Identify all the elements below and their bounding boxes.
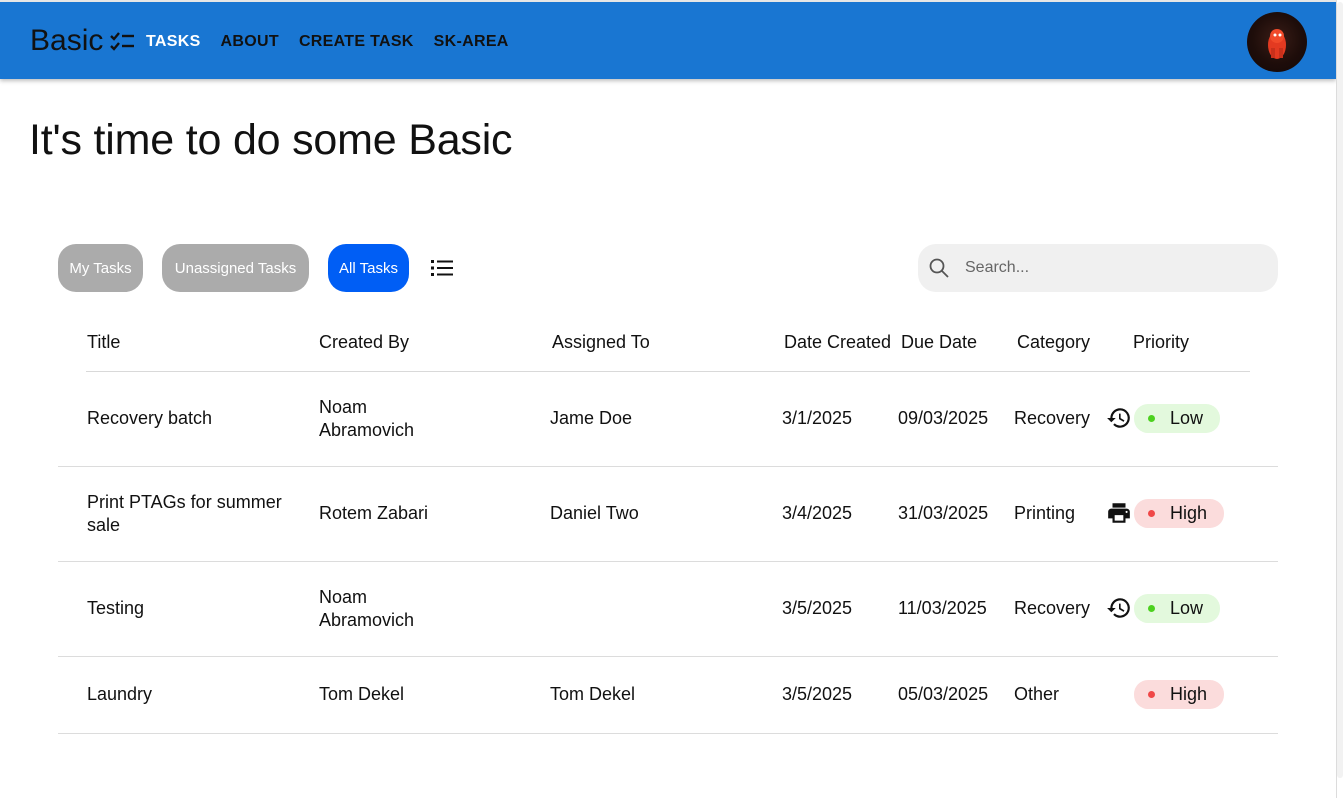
checklist-icon [110, 32, 135, 51]
user-avatar[interactable] [1247, 12, 1307, 72]
task-due-date: 11/03/2025 [898, 598, 987, 618]
search-icon [929, 258, 949, 278]
task-title: Print PTAGs for summer sale [87, 492, 282, 535]
row-divider [58, 561, 1278, 562]
column-header-created-by[interactable]: Created By [319, 331, 409, 353]
priority-dot [1148, 415, 1155, 422]
nav-sk-area[interactable]: SK-AREA [434, 32, 509, 52]
page-title: It's time to do some Basic [29, 116, 513, 164]
priority-label: Low [1170, 598, 1204, 618]
column-header-assigned-to[interactable]: Assigned To [552, 331, 650, 353]
priority-label: Low [1170, 408, 1204, 428]
task-category: Other [1014, 684, 1060, 704]
header-divider [86, 371, 1250, 372]
brand-logo[interactable]: Basic [30, 22, 135, 60]
search-input[interactable] [965, 254, 1265, 282]
task-title: Recovery batch [87, 408, 213, 428]
nav-tasks[interactable]: TASKS [146, 32, 201, 52]
task-due-date: 31/03/2025 [898, 503, 989, 523]
task-assigned-to: Tom Dekel [550, 684, 636, 704]
task-title: Testing [87, 598, 145, 618]
task-date-created: 3/4/2025 [782, 503, 853, 523]
task-date-created: 3/1/2025 [782, 408, 853, 428]
task-assigned-to: Jame Doe [550, 408, 633, 428]
column-header-priority[interactable]: Priority [1133, 331, 1189, 353]
printer-icon [1108, 503, 1130, 523]
row-divider [58, 656, 1278, 657]
priority-dot [1148, 605, 1155, 612]
task-created-by: Noam Abramovich [319, 397, 415, 440]
priority-badge: High [1134, 499, 1224, 528]
my-tasks-button[interactable]: My Tasks [58, 244, 143, 292]
task-created-by: Tom Dekel [319, 684, 405, 704]
task-date-created: 3/5/2025 [782, 598, 853, 618]
main-nav: TASKS ABOUT CREATE TASK SK-AREA [146, 32, 529, 52]
task-category: Recovery [1014, 408, 1091, 428]
history-icon [1107, 598, 1130, 618]
column-header-title[interactable]: Title [87, 331, 120, 353]
unassigned-tasks-button[interactable]: Unassigned Tasks [162, 244, 309, 292]
priority-dot [1148, 691, 1155, 698]
all-tasks-button[interactable]: All Tasks [328, 244, 409, 292]
task-created-by: Rotem Zabari [319, 503, 429, 523]
avatar-image [1268, 29, 1286, 59]
task-category: Printing [1014, 503, 1076, 523]
nav-about[interactable]: ABOUT [221, 32, 279, 52]
priority-badge: High [1134, 680, 1224, 709]
row-divider [58, 466, 1278, 467]
nav-create-task[interactable]: CREATE TASK [299, 32, 414, 52]
top-app-bar: Basic TASKS ABOUT CREATE TASK SK-AREA [0, 0, 1336, 79]
priority-badge: Low [1134, 594, 1220, 623]
task-title: Laundry [87, 684, 153, 704]
task-due-date: 05/03/2025 [898, 684, 989, 704]
task-category: Recovery [1014, 598, 1091, 618]
column-header-category[interactable]: Category [1017, 331, 1090, 353]
task-date-created: 3/5/2025 [782, 684, 853, 704]
task-assigned-to: Daniel Two [550, 503, 639, 523]
task-created-by: Noam Abramovich [319, 587, 415, 630]
priority-label: High [1170, 684, 1208, 704]
row-divider [58, 733, 1278, 734]
scrollbar-thumb[interactable] [1337, 2, 1343, 778]
list-view-icon[interactable] [430, 258, 454, 278]
priority-dot [1148, 510, 1155, 517]
brand-name: Basic [30, 24, 104, 57]
priority-label: High [1170, 503, 1208, 523]
column-header-date-created[interactable]: Date Created [784, 331, 891, 353]
history-icon [1107, 408, 1130, 428]
task-due-date: 09/03/2025 [898, 408, 989, 428]
search-box [918, 244, 1278, 292]
priority-badge: Low [1134, 404, 1220, 433]
column-header-due-date[interactable]: Due Date [901, 331, 977, 353]
